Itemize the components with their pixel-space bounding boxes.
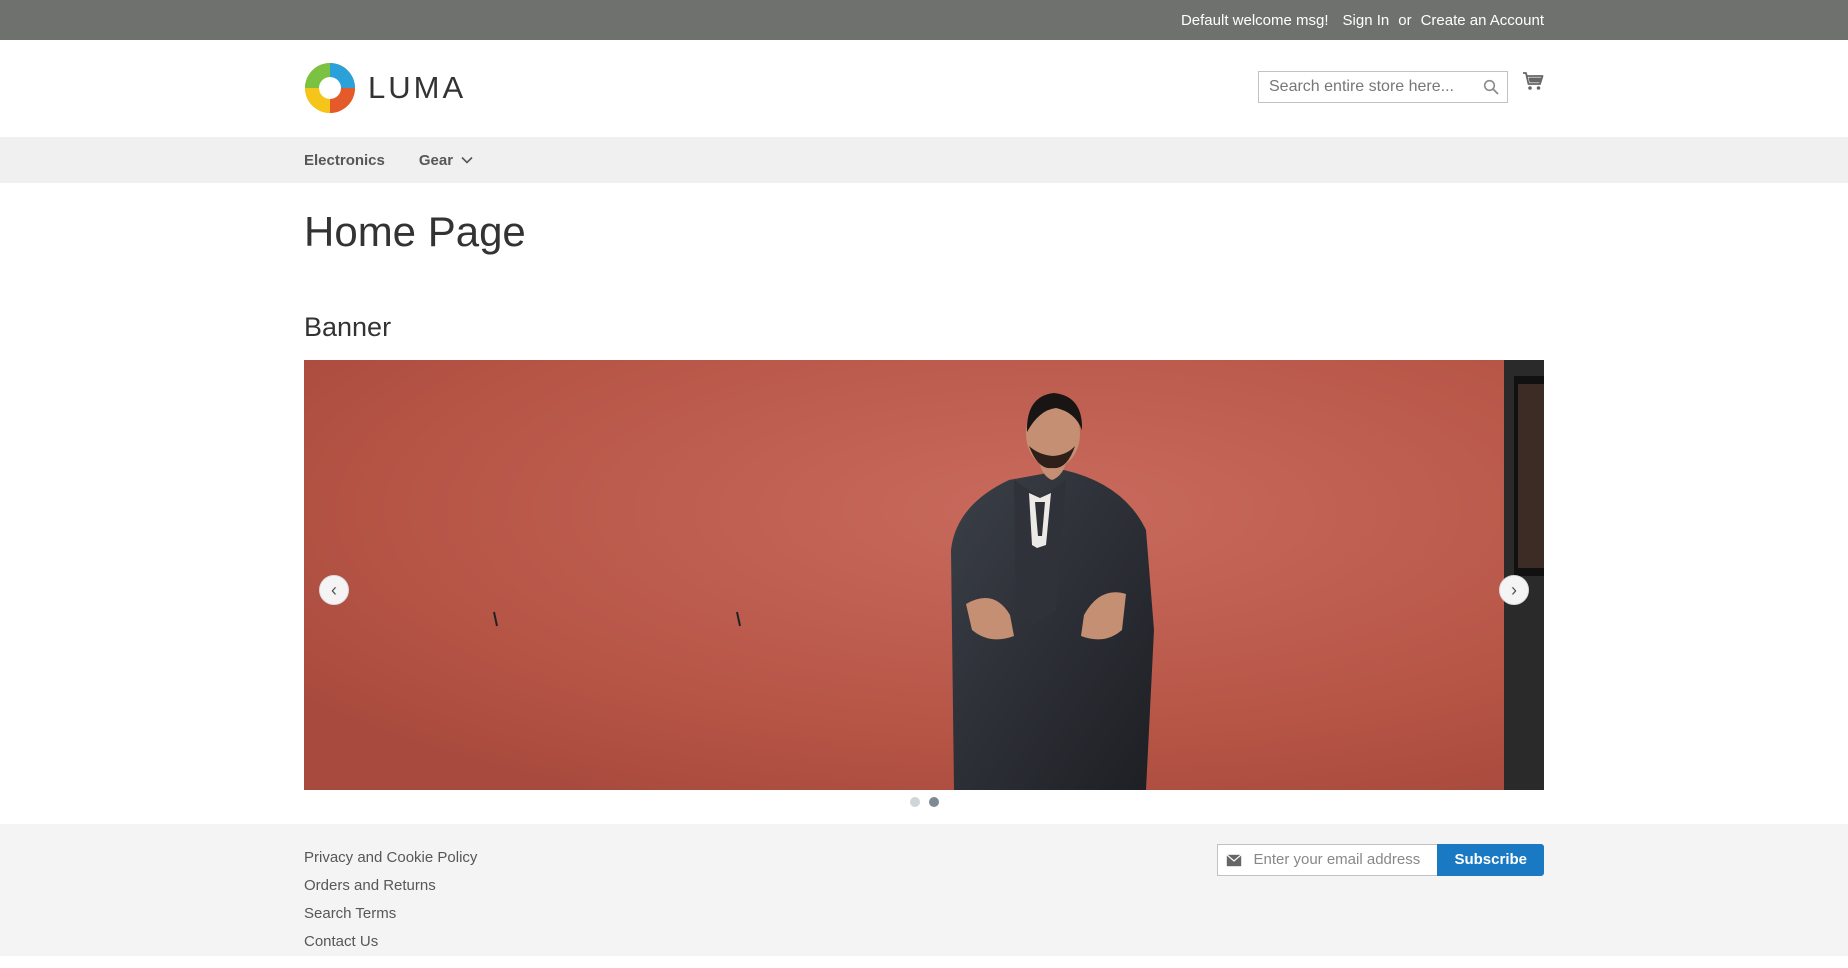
banner-image <box>304 359 1544 790</box>
header-inner: LUMA <box>304 40 1544 137</box>
search-input[interactable] <box>1259 72 1479 102</box>
nav-item-label: Gear <box>418 151 454 169</box>
envelope-icon <box>1226 854 1243 866</box>
logo[interactable]: LUMA <box>304 62 466 114</box>
carousel-prev-button[interactable]: ‹ <box>319 574 349 605</box>
footer-inner: Privacy and Cookie Policy Orders and Ret… <box>304 824 1544 956</box>
email-field-wrapper <box>1217 843 1438 876</box>
nav-item-electronics[interactable]: Electronics <box>304 152 385 169</box>
contact-us-link[interactable]: Contact Us <box>304 933 378 950</box>
main-content: Home Page Banner ‹ › <box>304 183 1544 807</box>
luma-logo-icon <box>305 63 355 113</box>
privacy-policy-link[interactable]: Privacy and Cookie Policy <box>304 849 477 866</box>
main-navigation: Electronics Gear <box>0 137 1848 183</box>
shopping-cart-icon[interactable] <box>1522 70 1544 92</box>
footer-link-item: Search Terms <box>304 900 477 928</box>
footer-link-item: Contact Us <box>304 928 477 956</box>
footer-link-item: Orders and Returns <box>304 872 477 900</box>
top-bar-inner: Default welcome msg! Sign In or Create a… <box>304 0 1544 40</box>
newsletter-email-input[interactable] <box>1253 844 1432 875</box>
search-icon[interactable] <box>1483 79 1499 95</box>
nav-inner: Electronics Gear <box>304 137 1544 183</box>
carousel-dot-2[interactable] <box>928 796 939 807</box>
search-terms-link[interactable]: Search Terms <box>304 905 396 922</box>
newsletter-form: Subscribe <box>1217 843 1544 876</box>
carousel-next-button[interactable]: › <box>1499 574 1529 605</box>
orders-returns-link[interactable]: Orders and Returns <box>304 877 436 894</box>
nav-item-gear[interactable]: Gear <box>419 152 473 169</box>
or-separator: or <box>1398 11 1412 29</box>
banner-carousel: ‹ › <box>304 359 1544 790</box>
logo-text: LUMA <box>368 70 467 105</box>
top-bar: Default welcome msg! Sign In or Create a… <box>0 0 1848 40</box>
section-title: Banner <box>304 312 392 343</box>
chevron-down-icon <box>461 156 473 164</box>
top-bar-links: Default welcome msg! Sign In or Create a… <box>1181 0 1544 40</box>
subscribe-button[interactable]: Subscribe <box>1437 843 1544 876</box>
welcome-message: Default welcome msg! <box>1180 11 1329 29</box>
header: LUMA <box>0 40 1848 137</box>
page-title: Home Page <box>304 208 526 255</box>
search-box <box>1258 71 1508 103</box>
sign-in-link[interactable]: Sign In <box>1343 12 1390 29</box>
carousel-dots <box>304 796 1544 807</box>
footer-links: Privacy and Cookie Policy Orders and Ret… <box>304 844 477 956</box>
create-account-link[interactable]: Create an Account <box>1421 12 1544 29</box>
carousel-dot-1[interactable] <box>909 796 920 807</box>
footer-link-item: Privacy and Cookie Policy <box>304 844 477 872</box>
nav-item-label: Electronics <box>304 151 385 169</box>
footer: Privacy and Cookie Policy Orders and Ret… <box>0 823 1848 956</box>
